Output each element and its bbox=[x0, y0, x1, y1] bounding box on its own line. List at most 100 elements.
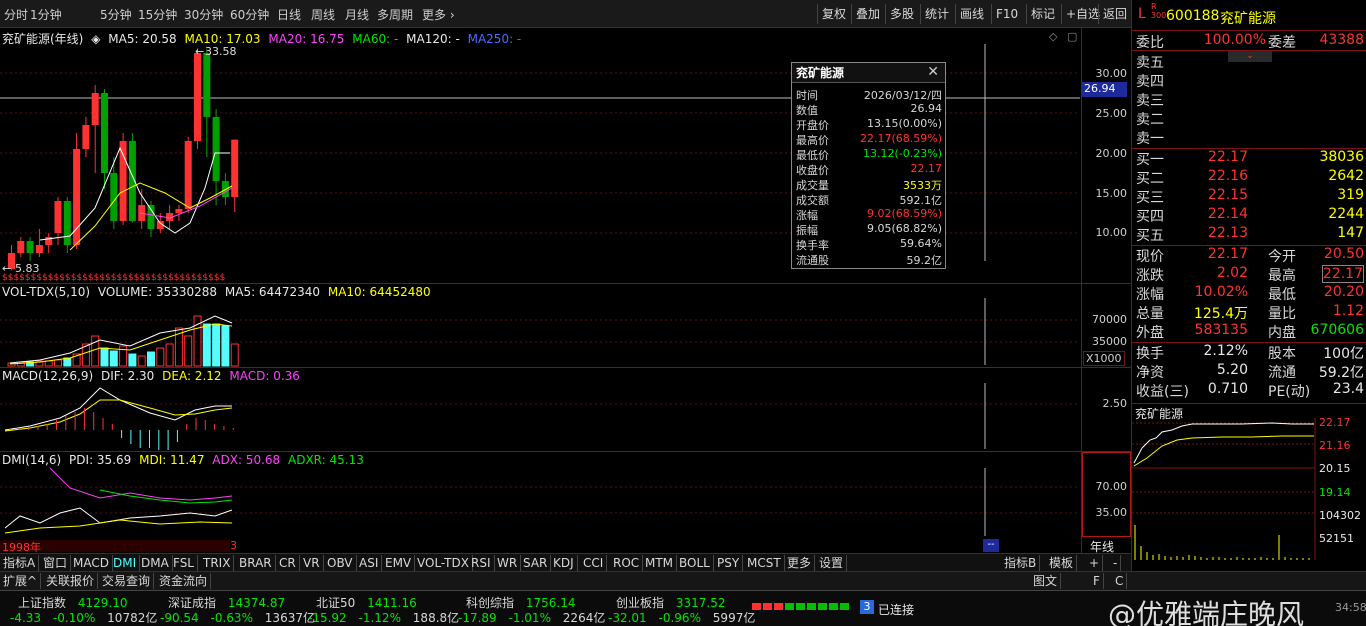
indicator-tab[interactable]: 指标A bbox=[0, 555, 40, 571]
indicator-tab-right[interactable]: 指标B bbox=[1001, 555, 1041, 571]
candle-body bbox=[231, 139, 239, 197]
stat-value: 2.02 bbox=[1216, 265, 1248, 281]
stat-label: PE(动) bbox=[1268, 384, 1311, 400]
indicator-tab[interactable]: TRIX bbox=[200, 555, 235, 571]
indicator-tab[interactable]: DMA bbox=[138, 555, 173, 571]
stat-value: 125.4万 bbox=[1193, 306, 1248, 322]
weicha-label: 委差 bbox=[1268, 35, 1296, 51]
tool-f10-button[interactable]: F10 bbox=[991, 4, 1022, 24]
year-tab[interactable]: 年线 bbox=[1090, 538, 1114, 555]
indicator-tab[interactable]: VR bbox=[300, 555, 324, 571]
period-tab-week[interactable]: 周线 bbox=[311, 6, 335, 23]
indicator-tab[interactable]: ROC bbox=[610, 555, 644, 571]
period-tab-month[interactable]: 月线 bbox=[345, 6, 369, 23]
close-icon[interactable]: ✕ bbox=[927, 64, 939, 80]
price-axis-label: 30.00 bbox=[1095, 67, 1128, 80]
quote-stat-row: 涨跌 2.02 最高 22.17 bbox=[1134, 265, 1364, 284]
indicator-tab[interactable]: BRAR bbox=[236, 555, 276, 571]
tooltip-row: 最高价 22.17(68.59%) bbox=[796, 132, 942, 147]
indicator-tab[interactable]: BOLL bbox=[676, 555, 714, 571]
dmi-pdi-line bbox=[4, 507, 233, 529]
mini-volume-bars bbox=[1134, 525, 1310, 560]
index-amount: 10782亿 bbox=[107, 611, 158, 625]
extension-tab[interactable]: 交易查询 bbox=[99, 573, 155, 589]
tool-back-button[interactable]: 返回 bbox=[1098, 4, 1131, 24]
tool-mark-button[interactable]: 标记 bbox=[1026, 4, 1059, 24]
index-change: -90.54 -0.63% 13637亿 bbox=[160, 609, 315, 626]
indicator-tab-right[interactable]: - bbox=[1110, 555, 1122, 571]
index-pct: -1.12% bbox=[358, 611, 401, 625]
indicator-tab[interactable]: MTM bbox=[642, 555, 678, 571]
indicator-tab[interactable]: RSI bbox=[468, 555, 495, 571]
tool-multistock-button[interactable]: 多股 bbox=[885, 4, 918, 24]
indicator-tab[interactable]: EMV bbox=[382, 555, 416, 571]
indicator-tab[interactable]: MCST bbox=[744, 555, 785, 571]
indicator-tab[interactable]: VOL-TDX bbox=[414, 555, 473, 571]
mini-price-line bbox=[1133, 422, 1314, 464]
indicator-tab-right[interactable]: 模板 bbox=[1046, 555, 1078, 571]
macd-lines bbox=[4, 387, 234, 450]
low-arrow-icon: ← bbox=[2, 262, 11, 275]
indicator-tab[interactable]: 更多 bbox=[784, 555, 816, 571]
indicator-tab[interactable]: PSY bbox=[714, 555, 744, 571]
indicator-tab[interactable]: CCI bbox=[580, 555, 608, 571]
candle-body bbox=[175, 209, 183, 213]
connection-badge[interactable]: 3 bbox=[860, 600, 874, 614]
extension-tab[interactable]: 关联报价 bbox=[43, 573, 99, 589]
candle-body bbox=[110, 173, 118, 221]
vol-axis-label: 70000 bbox=[1092, 313, 1127, 326]
period-tab-30min[interactable]: 30分钟 bbox=[184, 6, 223, 23]
period-tab-1min[interactable]: 1分钟 bbox=[30, 6, 62, 23]
index-pct: -0.96% bbox=[658, 611, 701, 625]
extension-tabs: 扩展^ 关联报价 交易查询 资金流向 图文 F C bbox=[0, 571, 1366, 590]
sell-level-row: 卖一 bbox=[1134, 128, 1364, 147]
extension-tab-right[interactable]: F bbox=[1090, 573, 1104, 589]
indicator-tab[interactable]: OBV bbox=[324, 555, 357, 571]
indicator-tab[interactable]: SAR bbox=[520, 555, 552, 571]
tooltip-value: 9.02(68.59%) bbox=[866, 207, 942, 220]
period-tab-more[interactable]: 更多 › bbox=[422, 6, 455, 23]
period-tab-60min[interactable]: 60分钟 bbox=[230, 6, 269, 23]
extension-tab-right[interactable]: 图文 bbox=[1030, 573, 1062, 589]
period-tab-minute[interactable]: 分时 bbox=[4, 6, 28, 23]
mini-avg-line bbox=[1133, 435, 1314, 467]
index-value: 1756.14 bbox=[525, 596, 576, 610]
extension-tab[interactable]: 扩展^ bbox=[0, 573, 42, 589]
indicator-tab[interactable]: 设置 bbox=[816, 555, 848, 571]
stat-value: 583135 bbox=[1194, 322, 1248, 338]
indicator-tab[interactable]: MACD bbox=[70, 555, 113, 571]
extension-tab-right[interactable]: C bbox=[1112, 573, 1128, 589]
period-tab-day[interactable]: 日线 bbox=[277, 6, 301, 23]
tool-stats-button[interactable]: 统计 bbox=[920, 4, 953, 24]
more-label: 更多 bbox=[422, 8, 447, 22]
tool-draw-button[interactable]: 画线 bbox=[955, 4, 988, 24]
indicator-tab[interactable]: 窗口 bbox=[40, 555, 72, 571]
indicator-tab[interactable]: DMI bbox=[110, 555, 141, 571]
period-tab-5min[interactable]: 5分钟 bbox=[100, 6, 132, 23]
r300-badge: R 300 bbox=[1151, 2, 1167, 20]
indicator-tab-right[interactable]: + bbox=[1086, 555, 1104, 571]
tooltip-key: 成交量 bbox=[796, 179, 829, 192]
period-tab-multi[interactable]: 多周期 bbox=[377, 6, 413, 23]
volume-bar bbox=[221, 325, 230, 367]
stat-value: 0.710 bbox=[1207, 381, 1248, 397]
tooltip-value: 2026/03/12/四 bbox=[863, 89, 942, 102]
indicator-tab[interactable]: CR bbox=[276, 555, 300, 571]
stock-code: 600188 bbox=[1166, 8, 1220, 24]
tooltip-row: 数值 26.94 bbox=[796, 102, 942, 117]
chart-area[interactable]: 兖矿能源(年线) ◈ MA5: 20.58 MA10: 17.03 MA20: … bbox=[0, 28, 1131, 554]
indicator-tab[interactable]: FSL bbox=[170, 555, 198, 571]
dmi-adxr-line bbox=[99, 489, 233, 504]
tool-overlay-button[interactable]: 叠加 bbox=[851, 4, 884, 24]
tooltip-key: 开盘价 bbox=[796, 119, 829, 132]
level-l-badge: L bbox=[1138, 6, 1146, 22]
tool-fuquan-button[interactable]: 复权 bbox=[817, 4, 850, 24]
indicator-tab[interactable]: KDJ bbox=[550, 555, 578, 571]
weibi-label: 委比 bbox=[1136, 35, 1164, 51]
period-tab-15min[interactable]: 15分钟 bbox=[138, 6, 177, 23]
indicator-tab[interactable]: ASI bbox=[356, 555, 383, 571]
indicator-tab[interactable]: WR bbox=[494, 555, 522, 571]
extension-tab[interactable]: 资金流向 bbox=[156, 573, 212, 589]
tooltip-key: 换手率 bbox=[796, 239, 829, 252]
chevron-right-icon: › bbox=[449, 8, 455, 22]
